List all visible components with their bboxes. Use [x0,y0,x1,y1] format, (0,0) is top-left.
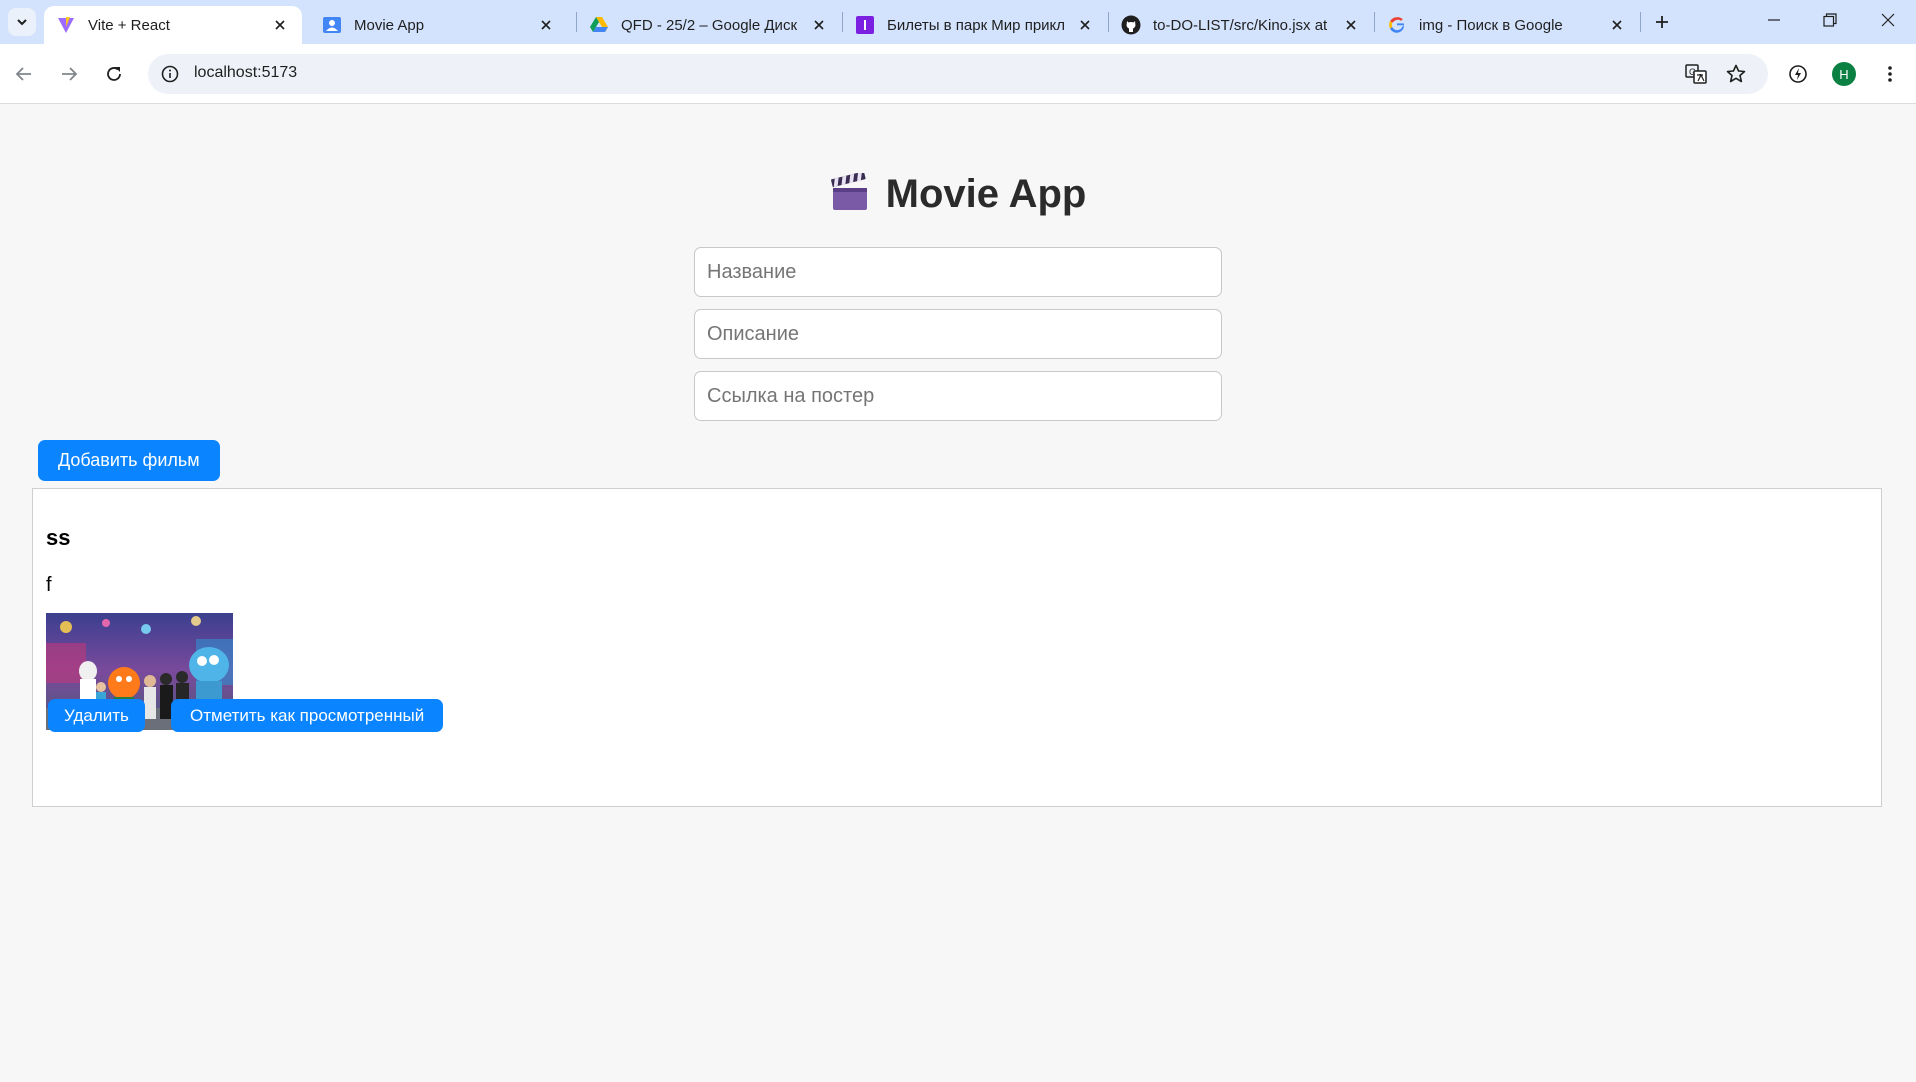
tab-google-drive[interactable]: QFD - 25/2 – Google Диск [577,6,841,44]
movie-title-input[interactable] [694,247,1222,297]
new-tab-button[interactable] [1648,8,1676,36]
tab-google-search[interactable]: img - Поиск в Google [1375,6,1639,44]
close-icon[interactable] [1607,15,1627,35]
movie-description-input[interactable] [694,309,1222,359]
vite-icon [56,15,76,35]
github-icon [1121,15,1141,35]
plus-icon [1656,16,1668,28]
tab-strip: Vite + React Movie App QFD - 25/2 – Goog… [0,0,1916,44]
mark-watched-button[interactable]: Отметить как просмотренный [171,699,444,732]
close-icon[interactable] [270,15,290,35]
forward-button[interactable] [53,58,85,90]
page-title: Movie App [0,171,1916,217]
movie-title: ss [46,525,71,550]
tab-github[interactable]: to-DO-LIST/src/Kino.jsx at [1109,6,1373,44]
star-icon[interactable] [1724,62,1748,86]
back-button[interactable] [8,58,40,90]
movie-description: f [46,574,52,596]
tab-title: Билеты в парк Мир прикл [887,16,1066,34]
close-icon[interactable] [809,15,829,35]
reload-button[interactable] [98,58,130,90]
avatar: H [1832,62,1856,86]
close-icon[interactable] [1341,15,1361,35]
profile-button[interactable]: H [1828,58,1860,90]
arrow-left-icon [15,67,31,81]
contact-card-icon [322,15,342,35]
minimize-icon [1768,19,1780,21]
restore-button[interactable] [1802,0,1858,40]
reload-icon [107,67,121,81]
app-title-text: Movie App [885,172,1087,216]
add-movie-button[interactable]: Добавить фильм [38,440,220,481]
browser-toolbar: localhost:5173 G H [0,44,1916,104]
purple-i-icon [855,15,875,35]
performance-icon[interactable] [1782,58,1814,90]
arrow-right-icon [62,67,78,81]
delete-movie-button[interactable]: Удалить [48,699,145,732]
tab-title: img - Поиск в Google [1419,16,1563,34]
movie-card: ss f Удалить Отметить как просмотренный [32,488,1882,807]
page-content: Movie App Добавить фильм ss f [0,105,1916,1082]
tab-vite-react[interactable]: Vite + React [44,6,302,44]
close-icon [1881,13,1895,27]
more-vert-icon [1888,66,1892,82]
chevron-down-icon [17,19,27,26]
info-icon[interactable] [158,62,182,86]
tab-mir-park-tickets[interactable]: Билеты в парк Мир прикл [843,6,1107,44]
minimize-button[interactable] [1746,0,1802,40]
menu-button[interactable] [1874,58,1906,90]
tab-search-button[interactable] [8,8,36,36]
tab-title: QFD - 25/2 – Google Диск [621,16,798,34]
tab-separator [1640,12,1641,32]
close-window-button[interactable] [1860,0,1916,40]
translate-icon[interactable]: G [1684,62,1708,86]
tab-movie-app[interactable]: Movie App [310,6,568,44]
close-icon[interactable] [536,15,556,35]
google-drive-icon [589,15,609,35]
tab-title: Movie App [354,16,425,34]
close-icon[interactable] [1075,15,1095,35]
google-icon [1387,15,1407,35]
tab-title: to-DO-LIST/src/Kino.jsx at [1153,16,1328,34]
restore-icon [1823,13,1837,27]
clapperboard-icon [830,171,870,213]
tab-title: Vite + React [88,16,170,34]
poster-url-input[interactable] [694,371,1222,421]
url-text[interactable]: localhost:5173 [194,64,297,82]
address-bar[interactable]: localhost:5173 G [148,54,1768,94]
